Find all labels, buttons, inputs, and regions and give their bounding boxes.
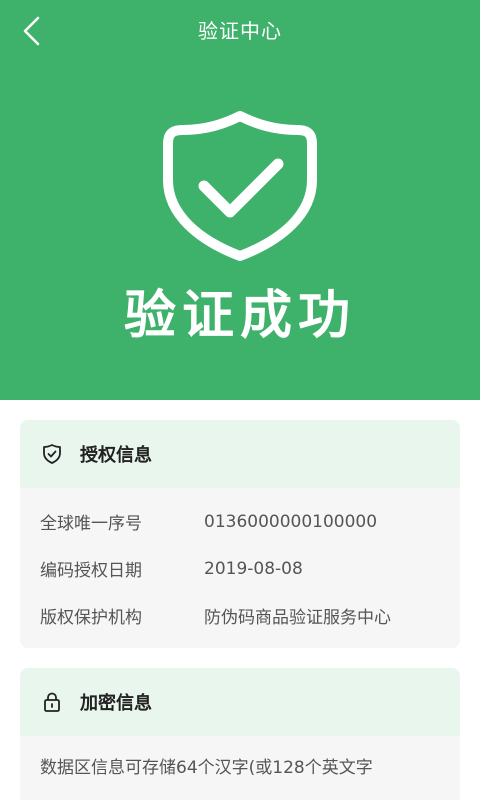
encryption-info-header: 加密信息 (20, 668, 460, 736)
shield-check-icon (158, 102, 322, 264)
date-label: 编码授权日期 (40, 561, 142, 581)
date-value: 2019-08-08 (204, 558, 303, 579)
page-title: 验证中心 (198, 19, 282, 43)
info-row-serial: 全球唯一序号 0136000000100000 (20, 498, 460, 545)
serial-label: 全球唯一序号 (40, 514, 142, 534)
top-bar: 验证中心 (0, 0, 480, 62)
verification-status-text: 验证成功 (123, 286, 356, 346)
verification-screen: 验证中心 验证成功 授权信息 全球唯一序号 0136000000100000 编… (0, 0, 480, 800)
encryption-info-card: 加密信息 数据区信息可存储64个汉字(或128个英文字 (20, 668, 460, 800)
authorization-info-header: 授权信息 (20, 420, 460, 488)
back-button[interactable] (8, 8, 54, 54)
lock-icon (40, 690, 64, 714)
shield-check-icon (40, 442, 64, 466)
info-row-organization: 版权保护机构 防伪码商品验证服务中心 (20, 592, 460, 639)
verification-hero: 验证成功 (0, 62, 480, 400)
organization-value: 防伪码商品验证服务中心 (204, 608, 391, 628)
encryption-info-title: 加密信息 (80, 693, 152, 714)
authorization-info-card: 授权信息 全球唯一序号 0136000000100000 编码授权日期 2019… (20, 420, 460, 648)
serial-value: 0136000000100000 (204, 511, 378, 532)
organization-label: 版权保护机构 (40, 608, 142, 628)
encryption-info-text: 数据区信息可存储64个汉字(或128个英文字 (40, 758, 373, 778)
chevron-left-icon (23, 16, 40, 46)
authorization-info-title: 授权信息 (80, 445, 152, 466)
info-row-date: 编码授权日期 2019-08-08 (20, 545, 460, 592)
